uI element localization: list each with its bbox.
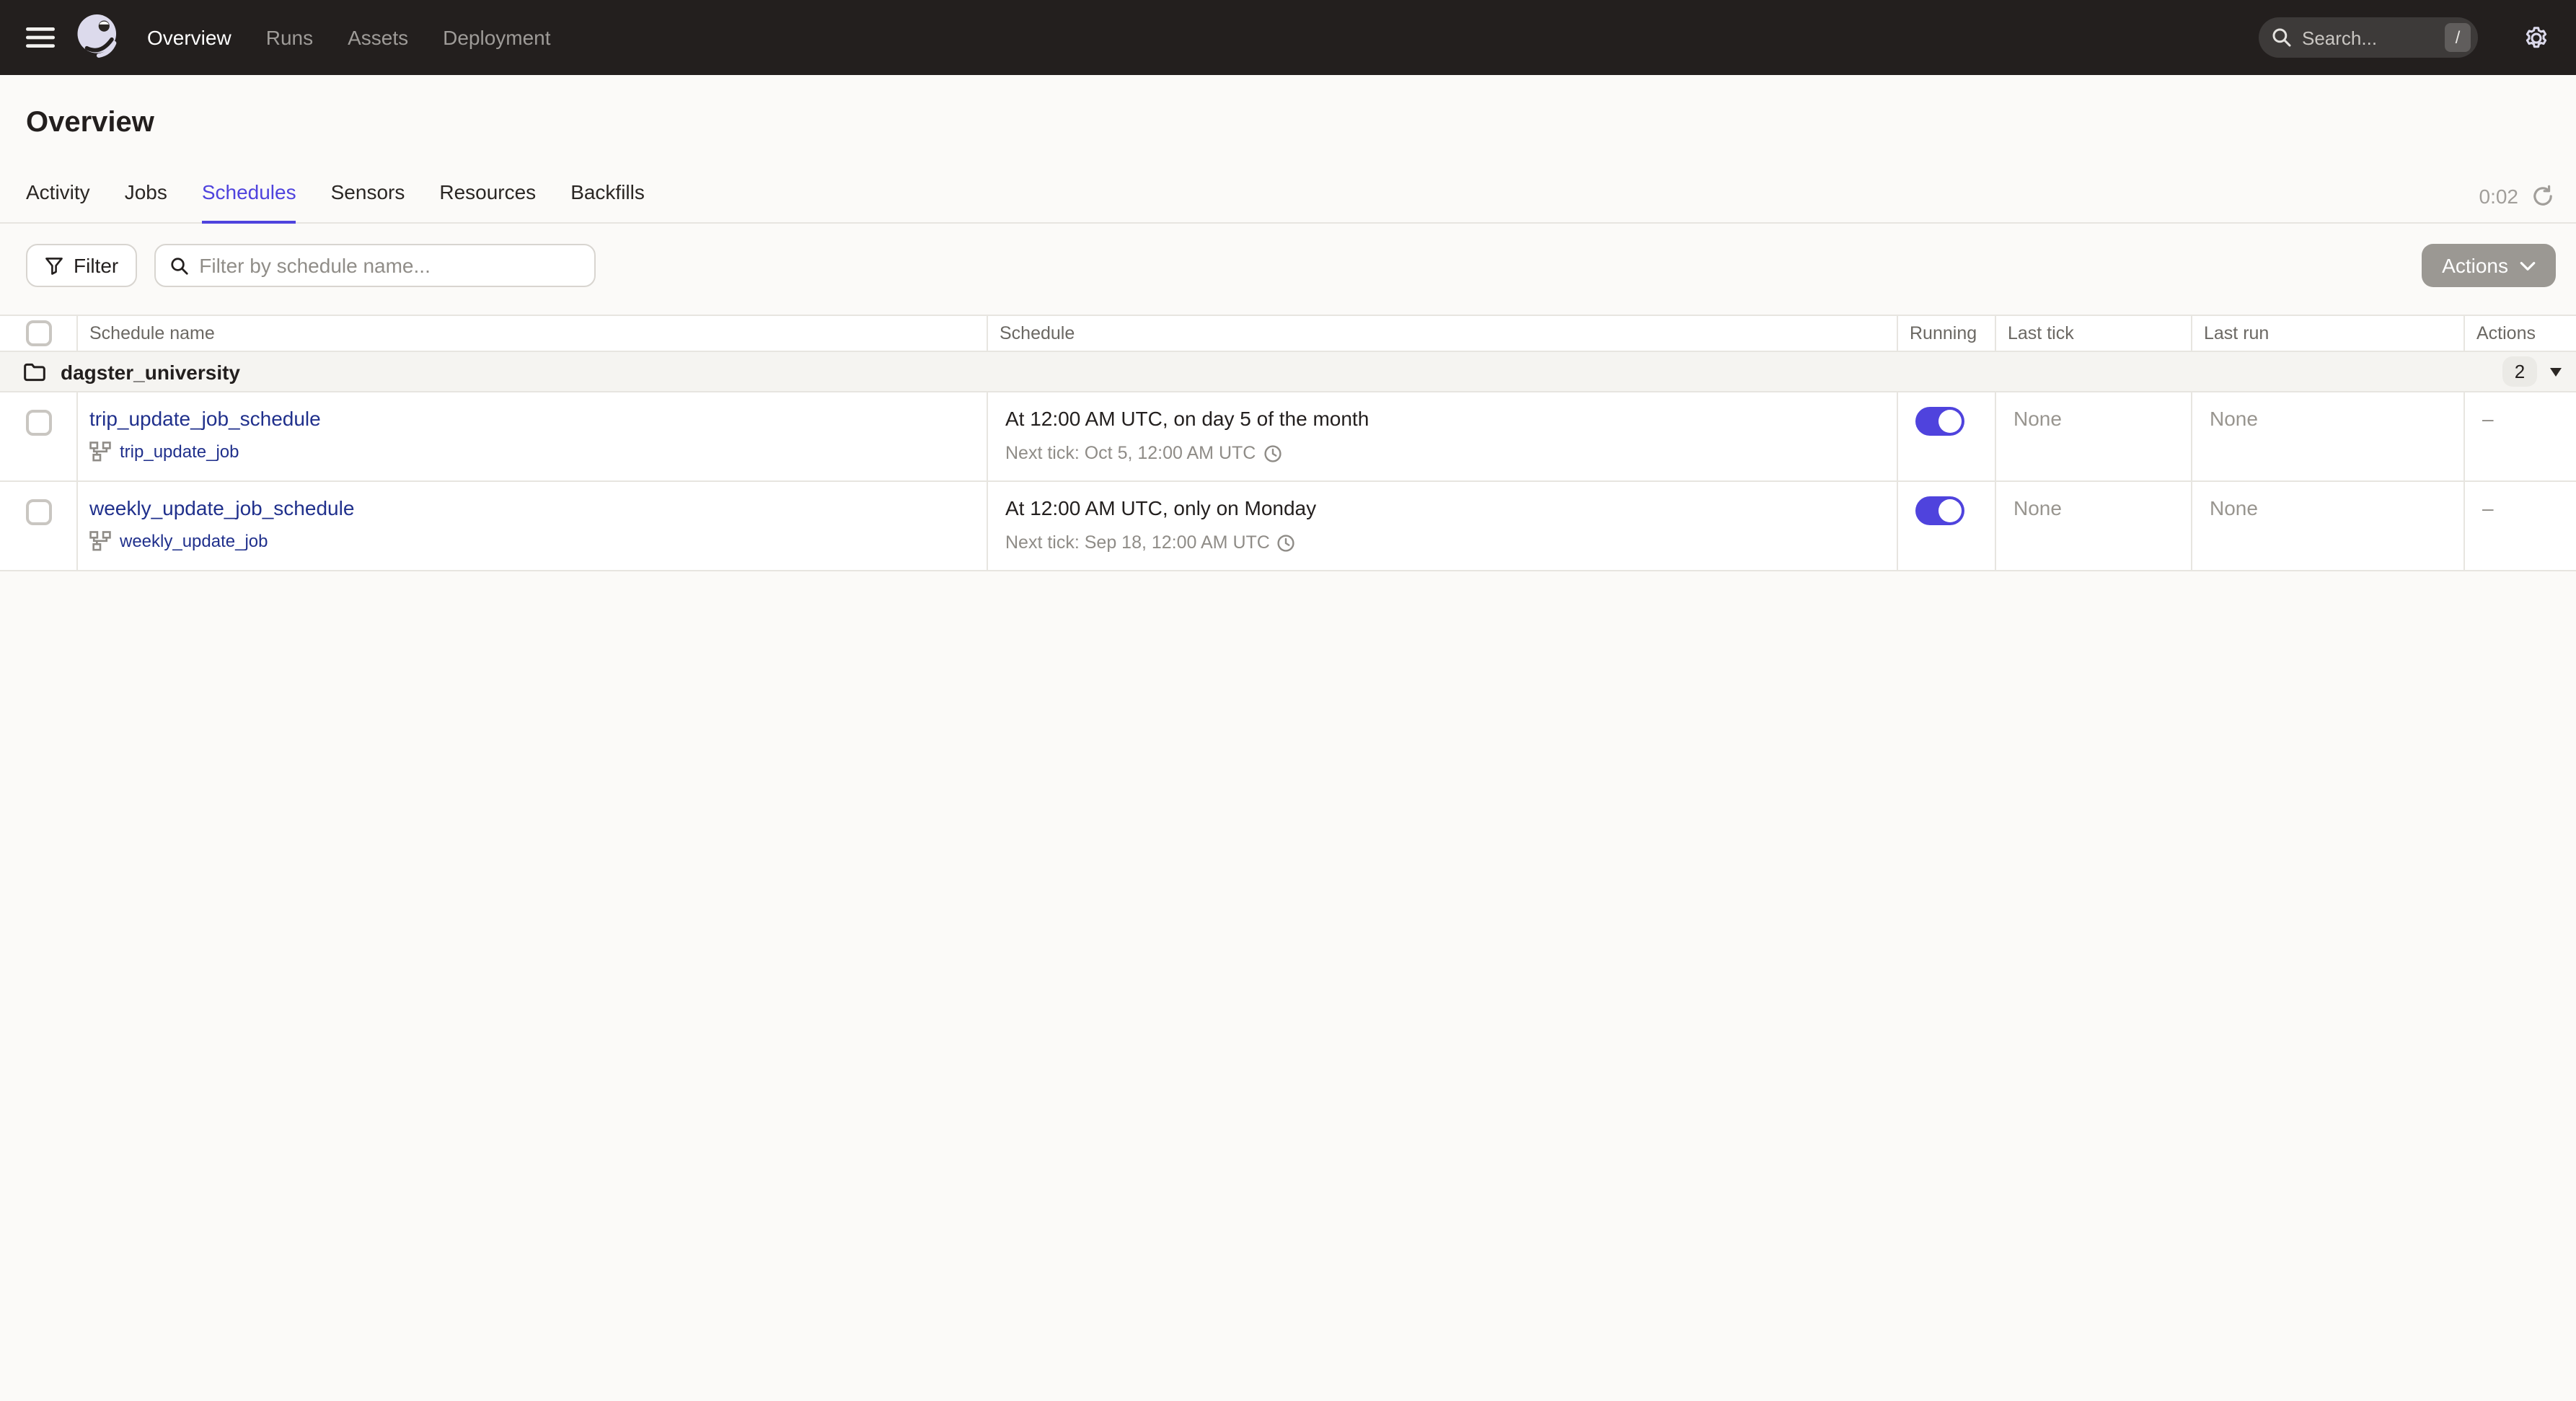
job-icon <box>89 531 111 551</box>
column-header-last-run: Last run <box>2191 316 2463 351</box>
running-toggle[interactable] <box>1915 407 1964 436</box>
refresh-button[interactable] <box>2530 183 2556 209</box>
search-icon <box>2272 28 2291 47</box>
last-run-value: None <box>2191 392 2463 480</box>
schedules-table: Schedule name Schedule Running Last tick… <box>0 315 2576 571</box>
tab-jobs[interactable]: Jobs <box>125 180 167 222</box>
row-checkbox-cell <box>0 482 76 570</box>
column-header-last-tick: Last tick <box>1995 316 2191 351</box>
next-tick-text: Next tick: Sep 18, 12:00 AM UTC <box>1005 532 1270 553</box>
nav-links: Overview Runs Assets Deployment <box>147 26 551 49</box>
nav-item-deployment[interactable]: Deployment <box>443 26 550 49</box>
actions-button[interactable]: Actions <box>2422 244 2556 287</box>
column-header-actions: Actions <box>2463 316 2576 351</box>
tab-activity[interactable]: Activity <box>26 180 90 222</box>
row-checkbox[interactable] <box>25 499 51 525</box>
schedule-row-weekly-update: weekly_update_job_schedule weekly_update… <box>0 482 2576 571</box>
hamburger-icon <box>26 27 55 48</box>
last-tick-value: None <box>1995 392 2191 480</box>
folder-icon <box>24 362 45 381</box>
filter-button[interactable]: Filter <box>26 244 138 287</box>
tab-sensors[interactable]: Sensors <box>331 180 405 222</box>
clock-icon <box>1263 444 1281 462</box>
job-icon <box>89 442 111 462</box>
top-navbar: Overview Runs Assets Deployment / <box>0 0 2576 75</box>
filter-button-label: Filter <box>74 254 119 277</box>
settings-button[interactable] <box>2515 17 2556 58</box>
job-link[interactable]: trip_update_job <box>120 442 239 462</box>
next-tick-text: Next tick: Oct 5, 12:00 AM UTC <box>1005 443 1256 463</box>
search-icon <box>171 257 188 274</box>
select-all-checkbox[interactable] <box>25 320 51 346</box>
global-search-input[interactable] <box>2302 27 2445 48</box>
tab-schedules[interactable]: Schedules <box>201 180 297 224</box>
dagster-logo[interactable] <box>69 9 127 66</box>
select-all-cell <box>0 316 76 351</box>
row-actions-value: – <box>2463 392 2576 480</box>
clock-icon <box>1278 534 1295 551</box>
global-search[interactable]: / <box>2259 17 2478 58</box>
schedule-cron-text: At 12:00 AM UTC, only on Monday <box>1005 496 1317 519</box>
column-header-schedule-name: Schedule name <box>76 316 987 351</box>
page-header: Overview <box>0 75 2576 140</box>
column-header-schedule: Schedule <box>987 316 1897 351</box>
group-collapse-caret[interactable] <box>2550 367 2562 376</box>
running-toggle[interactable] <box>1915 496 1964 525</box>
nav-item-assets[interactable]: Assets <box>348 26 408 49</box>
schedule-name-link[interactable]: weekly_update_job_schedule <box>89 496 354 519</box>
tab-backfills[interactable]: Backfills <box>570 180 645 222</box>
gear-icon <box>2525 26 2546 48</box>
group-count-badge: 2 <box>2502 356 2537 387</box>
schedule-cron-text: At 12:00 AM UTC, on day 5 of the month <box>1005 407 1369 430</box>
repo-group-row[interactable]: dagster_university 2 <box>0 352 2576 392</box>
last-run-value: None <box>2191 482 2463 570</box>
schedule-filter-field[interactable] <box>154 244 596 287</box>
tabs: Activity Jobs Schedules Sensors Resource… <box>26 160 645 224</box>
schedule-name-link[interactable]: trip_update_job_schedule <box>89 407 321 430</box>
chevron-down-icon <box>2520 261 2536 270</box>
column-header-running: Running <box>1897 316 1995 351</box>
repo-group-name: dagster_university <box>61 360 240 383</box>
refresh-icon <box>2533 185 2552 206</box>
row-checkbox-cell <box>0 392 76 480</box>
actions-button-label: Actions <box>2442 254 2508 277</box>
table-header-row: Schedule name Schedule Running Last tick… <box>0 315 2576 352</box>
nav-item-overview[interactable]: Overview <box>147 26 231 49</box>
schedule-filter-input[interactable] <box>199 254 581 277</box>
page-title: Overview <box>26 107 154 139</box>
row-actions-value: – <box>2463 482 2576 570</box>
funnel-icon <box>45 257 63 274</box>
job-link[interactable]: weekly_update_job <box>120 531 268 551</box>
tab-resources[interactable]: Resources <box>439 180 536 222</box>
last-tick-value: None <box>1995 482 2191 570</box>
row-checkbox[interactable] <box>25 410 51 436</box>
dagster-logo-icon <box>77 14 117 58</box>
schedule-row-trip-update: trip_update_job_schedule trip_update_job… <box>0 392 2576 482</box>
search-shortcut-badge: / <box>2445 23 2471 52</box>
tabs-bar: Activity Jobs Schedules Sensors Resource… <box>0 160 2576 224</box>
schedules-toolbar: Filter Actions <box>0 224 2576 287</box>
hamburger-menu-button[interactable] <box>17 14 63 61</box>
refresh-timer: 0:02 <box>2479 185 2519 208</box>
nav-item-runs[interactable]: Runs <box>266 26 313 49</box>
